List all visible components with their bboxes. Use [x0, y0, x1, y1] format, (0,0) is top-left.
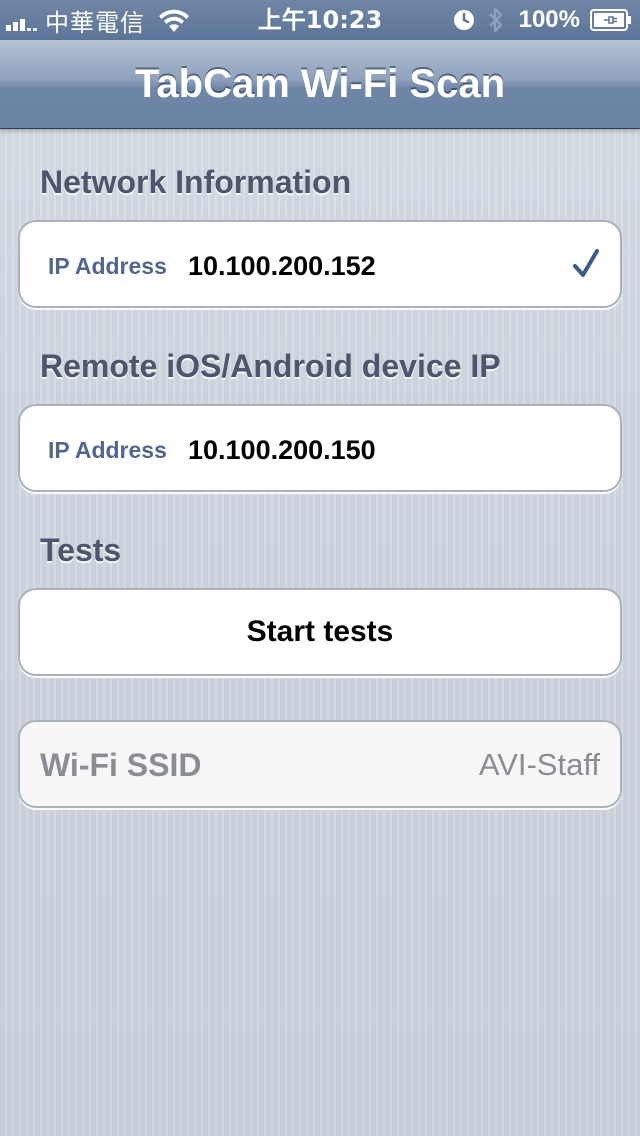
signal-bar: [13, 22, 18, 31]
signal-bar: [6, 25, 11, 31]
remote-ip-cell[interactable]: IP Address 10.100.200.150: [18, 404, 622, 492]
carrier-name: 中華電信: [45, 8, 145, 37]
signal-strength-icon: [6, 9, 39, 31]
status-bar: 中華電信 上午10:23 100%: [0, 0, 640, 40]
signal-bar: [33, 28, 37, 31]
signal-bar: [27, 28, 31, 31]
wifi-ssid-value: AVI-Staff: [478, 747, 600, 782]
section-header-remote: Remote iOS/Android device IP: [40, 348, 501, 384]
signal-bar: [20, 19, 25, 31]
remote-ip-label: IP Address: [48, 437, 167, 463]
battery-icon: [590, 9, 631, 31]
navigation-bar: TabCam Wi-Fi Scan: [0, 40, 640, 129]
wifi-ssid-cell: Wi-Fi SSID AVI-Staff: [18, 720, 622, 808]
remote-ip-input[interactable]: 10.100.200.150: [188, 406, 376, 490]
start-tests-label: Start tests: [246, 615, 394, 648]
network-ip-cell[interactable]: IP Address 10.100.200.152: [18, 220, 622, 308]
alarm-clock-icon: [453, 10, 474, 30]
network-ip-value: 10.100.200.152: [188, 251, 376, 281]
section-header-network: Network Information: [40, 164, 352, 200]
battery-percentage: 100%: [518, 6, 580, 33]
network-ip-label: IP Address: [48, 253, 167, 279]
bluetooth-icon: [488, 7, 502, 33]
wifi-icon: [159, 9, 189, 32]
status-right: 100%: [453, 0, 632, 40]
start-tests-button[interactable]: Start tests: [18, 588, 622, 676]
nav-title: TabCam Wi-Fi Scan: [134, 62, 506, 106]
status-left: 中華電信: [6, 0, 191, 40]
wifi-ssid-label: Wi-Fi SSID: [40, 747, 202, 783]
section-header-tests: Tests: [40, 532, 122, 568]
checkmark-icon: [573, 249, 599, 277]
